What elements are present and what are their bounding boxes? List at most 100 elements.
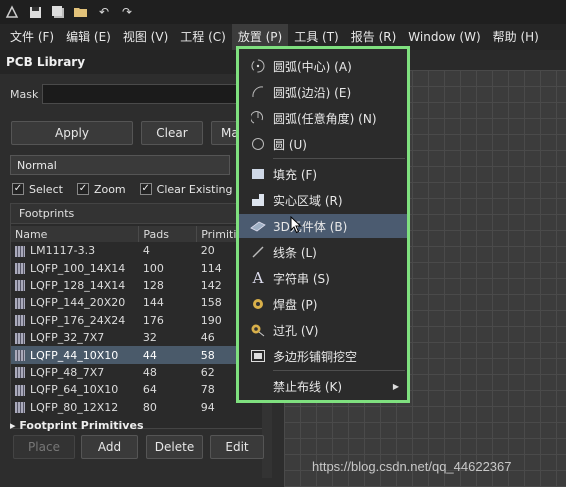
fill-icon	[247, 165, 269, 183]
pads-cell: 44	[138, 346, 197, 364]
cell-text: 20	[200, 244, 215, 258]
menu-item-line[interactable]: 线条 (L)	[239, 240, 407, 264]
check-icon: ✓	[12, 183, 24, 195]
footprint-name-cell: LQFP_100_14X14	[11, 259, 139, 276]
cell-text: LQFP_144_20X20	[30, 296, 126, 310]
menu-item-circle[interactable]: 圆 (U)	[239, 132, 407, 156]
cell-text: 142	[200, 278, 222, 292]
menu-item-arc-center[interactable]: 圆弧(中心) (A)	[239, 54, 407, 78]
string-icon: A	[252, 269, 264, 287]
save-icon[interactable]	[27, 4, 43, 20]
cell-text: 128	[142, 278, 164, 292]
place-menu-dropdown: 圆弧(中心) (A) 圆弧(边沿) (E) 圆弧(任意角度) (N) 圆 (U)…	[236, 46, 410, 403]
menu-item-3d-body[interactable]: 3D元件体 (B)	[239, 214, 407, 238]
menu-item-via[interactable]: 过孔 (V)	[239, 318, 407, 342]
cell-text: 94	[200, 400, 215, 414]
via-icon	[247, 321, 269, 339]
cell-text: 4	[142, 244, 150, 258]
pad-icon	[247, 295, 269, 313]
cell-text: 80	[142, 400, 157, 414]
cell-text: LM1117-3.3	[30, 244, 96, 258]
footprint-icon	[15, 402, 25, 414]
column-pads[interactable]: Pads	[138, 226, 198, 242]
select-checkbox[interactable]: ✓ Select	[12, 183, 63, 196]
cell-text: 48	[142, 365, 157, 379]
pads-cell: 80	[139, 399, 197, 416]
redo-icon[interactable]: ↷	[119, 4, 135, 20]
edit-button[interactable]: Edit	[210, 435, 264, 459]
menu-edit[interactable]: 编辑 (E)	[60, 24, 117, 50]
menu-item-string[interactable]: A 字符串 (S)	[239, 266, 407, 290]
menu-window[interactable]: Window (W)	[402, 24, 486, 50]
menu-item-pad[interactable]: 焊盘 (P)	[239, 292, 407, 316]
table-row[interactable]: LQFP_48_7X7 48 62	[11, 364, 271, 381]
check-icon: ✓	[76, 183, 89, 195]
cell-text: LQFP_44_10X10	[30, 348, 119, 362]
add-button[interactable]: Add	[81, 435, 138, 459]
footprint-icon	[15, 350, 25, 362]
table-row[interactable]: LQFP_128_14X14 128 142	[11, 277, 271, 294]
footprint-icon	[15, 297, 25, 309]
menu-file[interactable]: 文件 (F)	[4, 24, 60, 50]
clear-button[interactable]: Clear	[141, 121, 203, 145]
menu-item-polygon-cutout[interactable]: 多边形铺铜挖空	[239, 344, 407, 368]
cell-text: 44	[142, 348, 157, 362]
filter-select[interactable]: Normal	[10, 155, 230, 175]
footprint-name-cell: LQFP_32_7X7	[11, 329, 139, 346]
cell-text: LQFP_128_14X14	[30, 278, 126, 292]
pads-cell: 64	[139, 381, 197, 398]
cell-text: 46	[200, 331, 215, 345]
options-row: ✓ Select ✓ Zoom ✓ Clear Existing	[12, 181, 243, 197]
table-row[interactable]: LQFP_100_14X14 100 114	[11, 259, 271, 276]
menu-item-arc-edge[interactable]: 圆弧(边沿) (E)	[239, 80, 407, 104]
footprint-name-cell: LM1117-3.3	[11, 242, 139, 259]
zoom-checkbox[interactable]: ✓ Zoom	[76, 183, 126, 196]
menu-help[interactable]: 帮助 (H)	[487, 24, 545, 50]
table-row[interactable]: LQFP_80_12X12 80 94	[11, 399, 271, 416]
menu-item-keepout[interactable]: 禁止布线 (K) ▶	[239, 374, 407, 398]
pads-cell: 100	[139, 259, 197, 276]
menu-item-solid-region[interactable]: 实心区域 (R)	[239, 188, 407, 212]
cell-text: 58	[200, 348, 215, 362]
pads-cell: 48	[139, 364, 197, 381]
mask-input[interactable]	[42, 84, 242, 104]
footprint-icon	[15, 263, 25, 275]
clear-existing-checkbox[interactable]: ✓ Clear Existing	[139, 182, 233, 196]
column-name[interactable]: Name	[11, 226, 140, 242]
circle-icon	[247, 135, 269, 153]
delete-button[interactable]: Delete	[146, 435, 203, 459]
cell-text: 64	[142, 383, 157, 397]
undo-icon[interactable]: ↶	[96, 4, 112, 20]
footprint-name-cell: LQFP_64_10X10	[11, 381, 139, 398]
footprint-icon	[15, 315, 25, 327]
cell-text: LQFP_176_24X24	[30, 313, 126, 327]
cell-text: LQFP_80_12X12	[30, 400, 119, 414]
cell-text: LQFP_32_7X7	[30, 331, 105, 345]
panel-title: PCB Library	[6, 55, 86, 69]
cell-text: LQFP_100_14X14	[30, 261, 126, 275]
save-all-icon[interactable]	[50, 4, 66, 20]
table-row[interactable]: LQFP_64_10X10 64 78	[11, 381, 271, 398]
arc-any-angle-icon	[247, 109, 269, 127]
table-row[interactable]: LQFP_32_7X7 32 46	[11, 329, 271, 346]
table-row[interactable]: LQFP_44_10X10 44 58	[11, 346, 271, 364]
menu-project[interactable]: 工程 (C)	[174, 24, 232, 50]
3d-body-icon	[247, 217, 269, 235]
open-folder-icon[interactable]	[73, 4, 89, 20]
footprint-primitives-header[interactable]: ▸ Footprint Primitives	[10, 419, 144, 432]
place-button[interactable]: Place	[13, 435, 75, 459]
footprint-name-cell: LQFP_144_20X20	[11, 294, 139, 311]
table-row[interactable]: LQFP_144_20X20 144 158	[11, 294, 271, 311]
menu-view[interactable]: 视图 (V)	[117, 24, 174, 50]
table-row[interactable]: LM1117-3.3 4 20	[11, 242, 271, 259]
menu-item-arc-any-angle[interactable]: 圆弧(任意角度) (N)	[239, 106, 407, 130]
table-row[interactable]: LQFP_176_24X24 176 190	[11, 312, 271, 329]
polygon-cutout-icon	[247, 347, 269, 365]
arc-edge-icon	[247, 83, 269, 101]
cell-text: 176	[142, 313, 164, 327]
cell-text: 114	[200, 261, 222, 275]
footprint-icon	[15, 367, 25, 379]
clear-existing-checkbox-label: Clear Existing	[156, 182, 233, 196]
menu-item-fill[interactable]: 填充 (F)	[239, 162, 407, 186]
apply-button[interactable]: Apply	[11, 121, 133, 145]
